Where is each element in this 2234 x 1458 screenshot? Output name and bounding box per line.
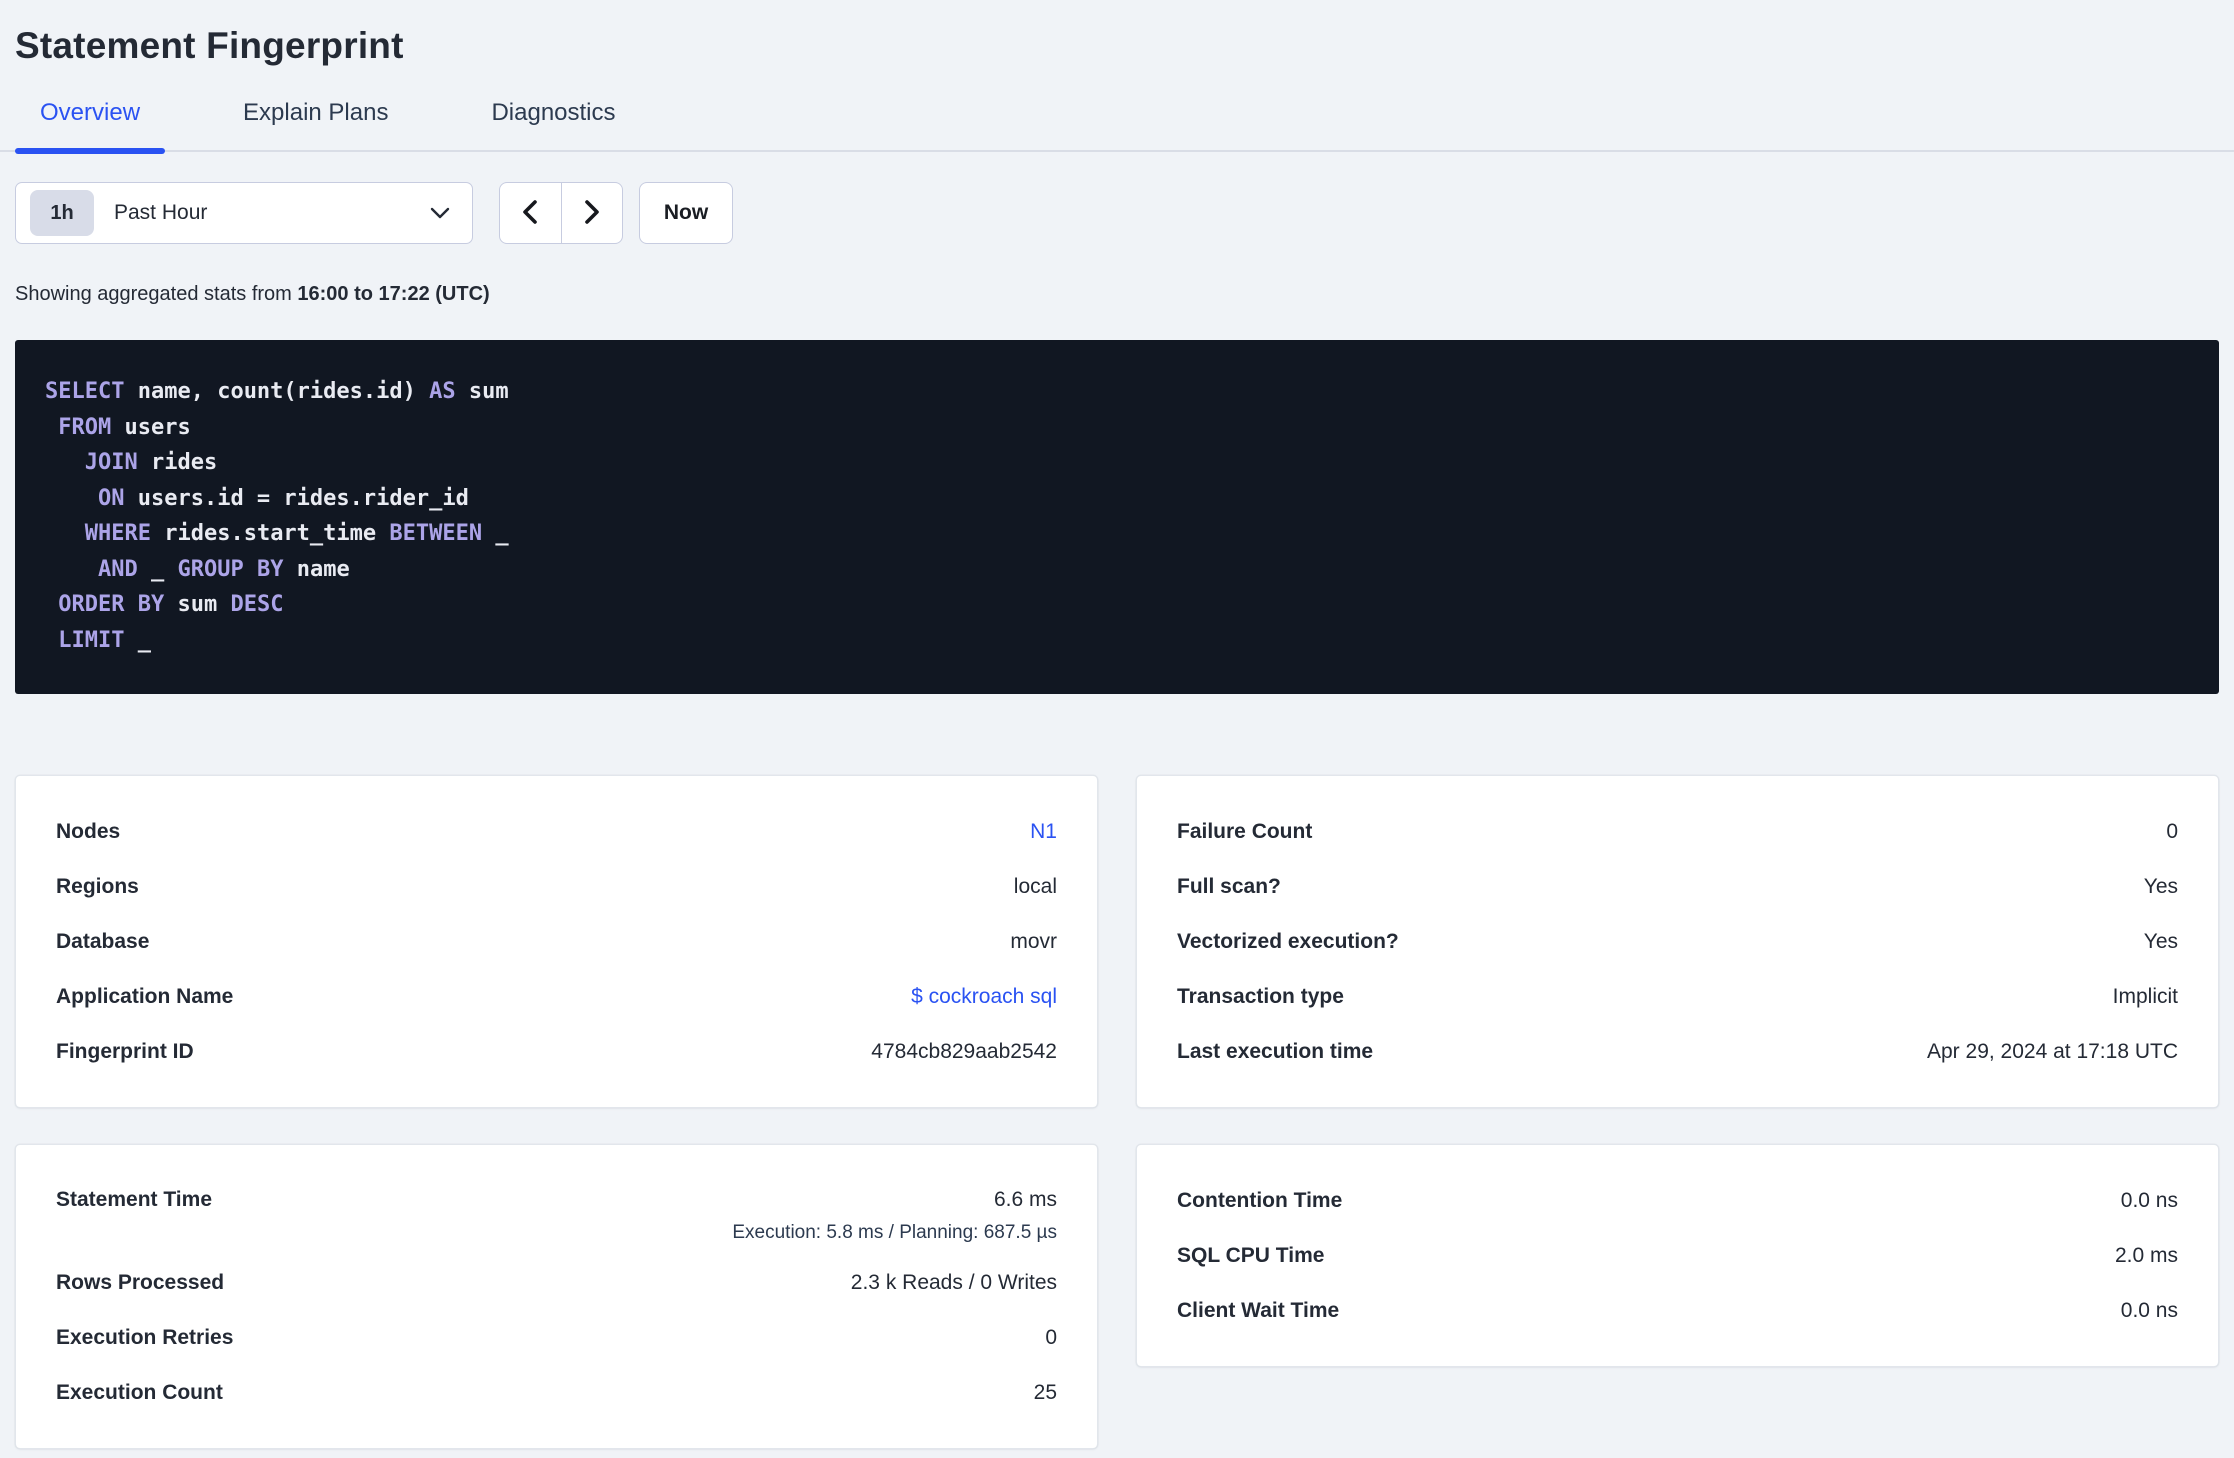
statement-times-card: Statement Time 6.6 ms Execution: 5.8 ms / … <box>15 1144 1098 1449</box>
now-button[interactable]: Now <box>639 182 733 244</box>
statement-fingerprint-page: Statement Fingerprint Overview Explain Pl… <box>0 0 2234 1449</box>
card-row: SQL CPU Time 2.0 ms <box>1177 1228 2178 1283</box>
tab-overview[interactable]: Overview <box>15 98 166 154</box>
card-row: Last execution time Apr 29, 2024 at 17:18… <box>1177 1024 2178 1079</box>
sql-code-line: FROM users <box>58 414 191 440</box>
row-label: Contention Time <box>1177 1188 1343 1212</box>
row-value: local <box>1013 874 1057 898</box>
statement-sql-box: SELECT name, count(rides.id) AS sum FROM… <box>15 340 2219 694</box>
row-label: Transaction type <box>1177 984 1344 1008</box>
wait-times-card: Contention Time 0.0 ns SQL CPU Time 2.0 ms C… <box>1136 1144 2219 1367</box>
caption-prefix: Showing aggregated stats from <box>15 283 298 305</box>
row-value: movr <box>1010 929 1057 953</box>
row-value: 4784cb829aab2542 <box>871 1039 1057 1063</box>
sql-code-line: AND _ GROUP BY name <box>97 556 350 582</box>
time-range-dropdown[interactable]: 1h Past Hour <box>15 182 473 244</box>
sql-code-line: LIMIT _ <box>58 627 151 653</box>
card-row: Full scan? Yes <box>1177 859 2178 914</box>
card-row: Execution Retries 0 <box>56 1310 1057 1365</box>
card-row: Fingerprint ID 4784cb829aab2542 <box>56 1024 1057 1079</box>
row-value: 6.6 ms <box>993 1188 1057 1211</box>
row-value: 0.0 ns <box>2120 1188 2178 1212</box>
time-range-label: Past Hour <box>114 201 208 224</box>
row-label: Nodes <box>56 819 121 843</box>
next-time-interval-button[interactable] <box>562 183 623 243</box>
card-row: Application Name $ cockroach sql <box>56 969 1057 1024</box>
row-value: Yes <box>2143 929 2178 953</box>
row-label: Regions <box>56 874 139 898</box>
row-value: Implicit <box>2112 984 2178 1008</box>
statement-details-card: Nodes N1 Regions local Database movr Applicati… <box>15 775 1098 1108</box>
row-label: Statement Time <box>56 1188 212 1211</box>
page-title: Statement Fingerprint <box>15 25 404 66</box>
tab-diagnostics[interactable]: Diagnostics <box>466 98 640 150</box>
sql-code-line: JOIN rides <box>84 450 218 475</box>
caption-time-range: 16:00 to 17:22 (UTC) <box>297 283 490 305</box>
card-row: Client Wait Time 0.0 ns <box>1177 1283 2178 1338</box>
sql-code-line: SELECT name, count(rides.id) AS sum <box>45 379 509 404</box>
row-label: Failure Count <box>1177 819 1313 843</box>
application-name-link[interactable]: $ cockroach sql <box>911 983 1057 1011</box>
sql-code-line: WHERE rides.start_time BETWEEN _ <box>84 521 509 546</box>
card-row: Database movr <box>56 914 1057 969</box>
row-value: 25 <box>1033 1380 1057 1404</box>
sql-code-line: ON users.id = rides.rider_id <box>97 485 469 511</box>
row-label: Last execution time <box>1177 1039 1374 1063</box>
row-label: SQL CPU Time <box>1177 1243 1325 1267</box>
tab-bar: Overview Explain Plans Diagnostics <box>0 98 2234 154</box>
row-label: Client Wait Time <box>1177 1298 1340 1322</box>
previous-time-interval-button[interactable] <box>500 183 562 243</box>
chevron-right-icon <box>581 198 603 229</box>
card-row: Regions local <box>56 859 1057 914</box>
row-label: Database <box>56 929 150 953</box>
summary-cards-grid: Nodes N1 Regions local Database movr Applicati… <box>15 775 2219 1449</box>
chevron-down-icon <box>430 207 450 219</box>
time-range-badge: 1h <box>30 190 94 236</box>
card-row: Failure Count 0 <box>1177 804 2178 859</box>
row-label: Rows Processed <box>56 1270 225 1294</box>
card-row: Nodes N1 <box>56 804 1057 859</box>
row-value: 2.3 k Reads / 0 Writes <box>850 1270 1057 1294</box>
nodes-link[interactable]: N1 <box>1030 818 1057 846</box>
row-label: Full scan? <box>1177 874 1281 898</box>
row-value: Yes <box>2143 874 2178 898</box>
row-label: Application Name <box>56 984 234 1008</box>
time-interval-arrows <box>499 182 623 244</box>
row-value: 2.0 ms <box>2114 1243 2178 1267</box>
sql-code-line: ORDER BY sum DESC <box>58 592 284 617</box>
card-row: Rows Processed 2.3 k Reads / 0 Writes <box>56 1255 1057 1310</box>
row-label: Execution Count <box>56 1380 223 1404</box>
time-controls-toolbar: 1h Past Hour Now <box>15 182 2219 244</box>
row-value: 0 <box>2166 819 2178 843</box>
row-label: Vectorized execution? <box>1177 929 1399 953</box>
tab-explain-plans[interactable]: Explain Plans <box>218 98 413 150</box>
row-label: Fingerprint ID <box>56 1039 194 1063</box>
row-value: Apr 29, 2024 at 17:18 UTC <box>1927 1039 2178 1063</box>
card-row: Transaction type Implicit <box>1177 969 2178 1024</box>
row-value: 0 <box>1045 1325 1057 1349</box>
execution-attributes-card: Failure Count 0 Full scan? Yes Vectorized ex… <box>1136 775 2219 1108</box>
aggregated-stats-caption: Showing aggregated stats from 16:00 to 1… <box>15 283 2219 306</box>
card-row: Execution Count 25 <box>56 1365 1057 1420</box>
chevron-left-icon <box>519 198 541 229</box>
row-label: Execution Retries <box>56 1325 234 1349</box>
card-row: Vectorized execution? Yes <box>1177 914 2178 969</box>
row-sub-value: Execution: 5.8 ms / Planning: 687.5 µs <box>732 1222 1057 1243</box>
row-value: 0.0 ns <box>2120 1298 2178 1322</box>
card-row: Contention Time 0.0 ns <box>1177 1173 2178 1228</box>
card-row: Statement Time 6.6 ms Execution: 5.8 ms / … <box>56 1173 1057 1255</box>
